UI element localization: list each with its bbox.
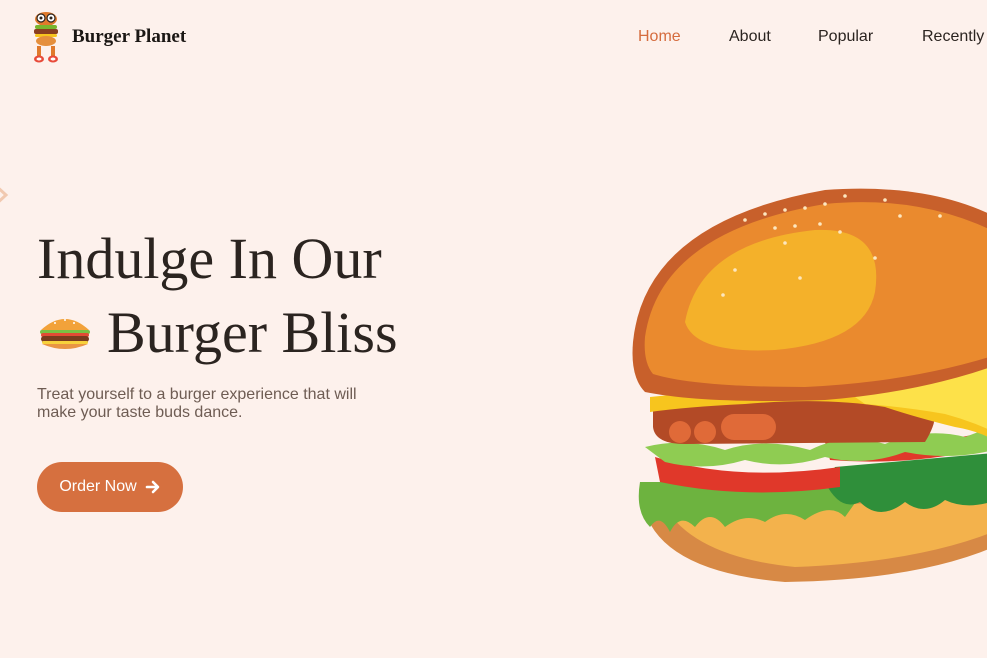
- arrow-right-icon: [145, 480, 159, 494]
- hero-title-line-2-wrapper: Burger Bliss: [37, 296, 398, 370]
- burger-illustration: [632, 188, 987, 582]
- hero-subtitle: Treat yourself to a burger experience th…: [37, 386, 357, 421]
- brand-name[interactable]: Burger Planet: [72, 26, 186, 48]
- hero-title: Indulge In Our Burger Bliss: [37, 222, 398, 370]
- burger-mascot-icon[interactable]: [30, 10, 62, 66]
- nav-about[interactable]: About: [729, 28, 771, 46]
- hero-title-line-2: Burger Bliss: [107, 300, 398, 365]
- nav-home[interactable]: Home: [638, 28, 681, 46]
- hero-title-line-1: Indulge In Our: [37, 226, 382, 291]
- nav-popular[interactable]: Popular: [818, 28, 873, 46]
- site-header: Burger Planet Home About Popular Recentl…: [0, 0, 987, 80]
- burger-icon: [40, 318, 90, 349]
- order-now-button[interactable]: Order Now: [37, 462, 183, 512]
- nav-recently[interactable]: Recently: [922, 28, 984, 46]
- order-now-label: Order Now: [59, 478, 137, 495]
- decorative-shape: [0, 187, 9, 203]
